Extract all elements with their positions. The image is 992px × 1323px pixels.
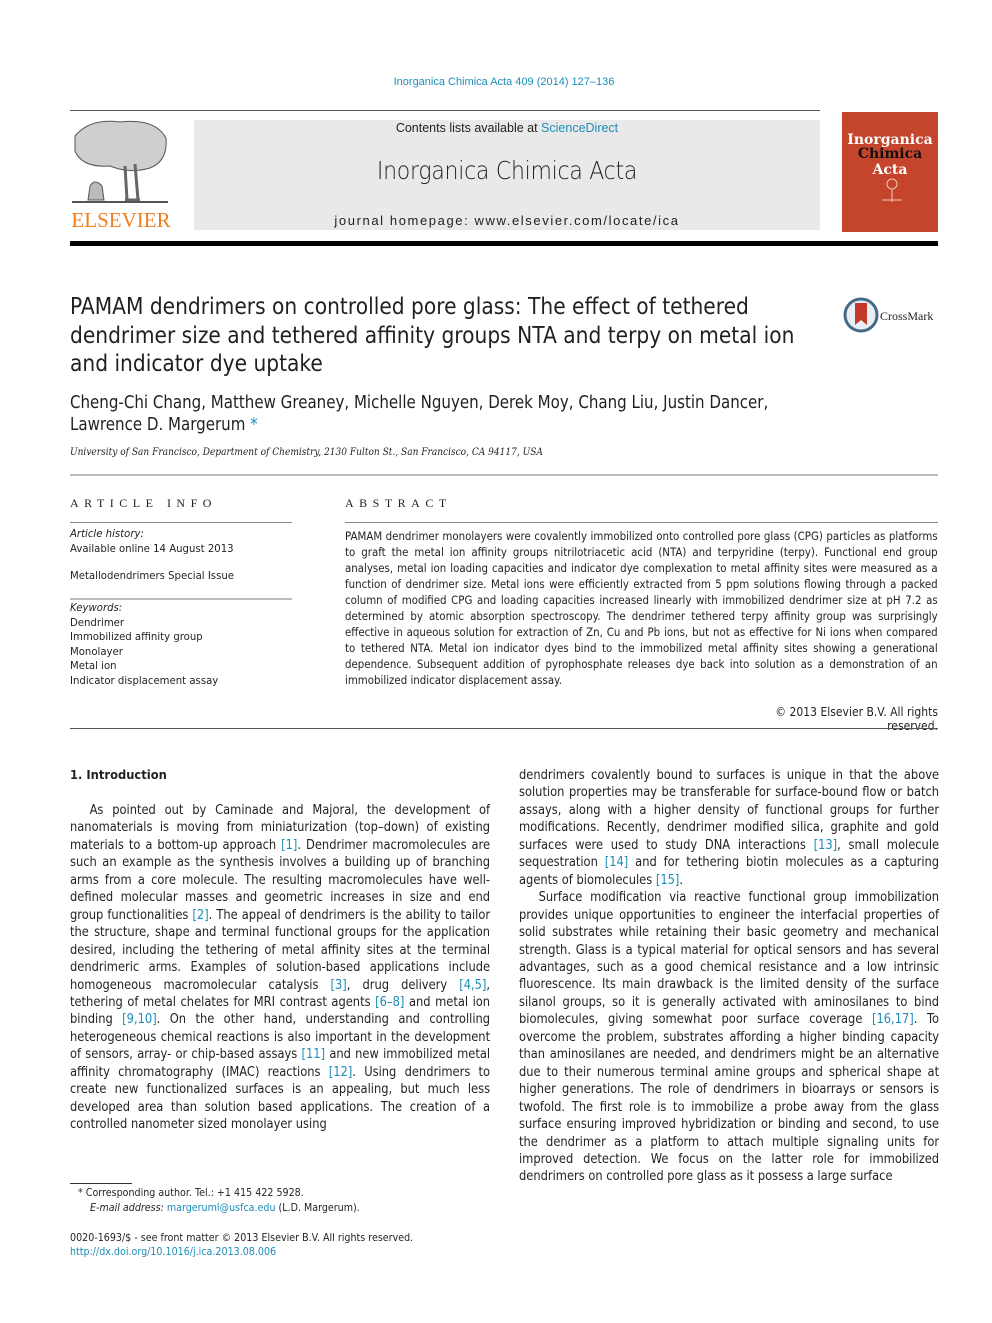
keyword-item: Metal ion [70,659,117,672]
body-text: Surface modification via reactive functi… [519,890,940,1028]
body-text: . To overcome the problem, substrates af… [519,1012,940,1185]
keyword-item: Indicator displacement assay [70,673,219,687]
citation-link[interactable]: [15] [656,873,680,888]
citation-link[interactable]: [2] [192,908,208,923]
body-rule [70,728,938,729]
journal-cover-image: Inorganica Chimica Acta [842,112,938,232]
citation-link[interactable]: [4,5] [459,978,486,993]
article-title: PAMAM dendrimers on controlled pore glas… [70,292,795,377]
journal-homepage-link[interactable]: journal homepage: www.elsevier.com/locat… [194,213,820,228]
paragraph: dendrimers covalently bound to surfaces … [519,767,939,889]
email-suffix: (L.D. Margerum). [275,1202,360,1214]
article-history: Article history: Available online 14 Aug… [70,527,234,556]
email-label: E-mail address: [90,1202,167,1214]
citation-link[interactable]: [12] [329,1065,353,1080]
body-column-left: As pointed out by Caminade and Majoral, … [70,802,490,1134]
keyword-item: Immobilized affinity group [70,630,203,643]
crossmark-label[interactable]: CrossMark [880,309,933,324]
email-link[interactable]: margeruml@usfca.edu [167,1202,276,1214]
body-text: , drug delivery [346,977,460,993]
masthead-rule [70,241,938,246]
cover-molecule-icon [882,178,902,202]
article-info-heading: ARTICLE INFO [70,496,217,510]
corresponding-author-link[interactable]: * [250,415,258,435]
affiliation: University of San Francisco, Department … [70,446,543,458]
sciencedirect-link[interactable]: ScienceDirect [541,121,618,135]
citation-link[interactable]: [11] [302,1047,326,1062]
citation-link[interactable]: [16,17] [872,1012,914,1027]
journal-reference-link[interactable]: Inorganica Chimica Acta 409 (2014) 127–1… [0,76,992,88]
history-label: Article history: [70,527,144,540]
doi-link[interactable]: http://dx.doi.org/10.1016/j.ica.2013.08.… [70,1245,276,1260]
special-issue: Metallodendrimers Special Issue [70,569,234,582]
abstract-heading: ABSTRACT [345,496,452,510]
history-value: Available online 14 August 2013 [70,541,234,555]
journal-name: Inorganica Chimica Acta [376,156,638,185]
citation-link[interactable]: [3] [331,978,347,993]
citation-link[interactable]: [9,10] [122,1012,157,1027]
body-text: . [679,872,684,888]
authors-text: Cheng-Chi Chang, Matthew Greaney, Michel… [70,393,769,435]
footnote-rule [70,1183,132,1184]
keywords-block: Keywords: Dendrimer Immobilized affinity… [70,601,218,688]
email-note: E-mail address: margeruml@usfca.edu (L.D… [90,1201,360,1216]
citation-link[interactable]: [14] [605,855,629,870]
section-heading-introduction: 1. Introduction [70,768,167,783]
keyword-item: Monolayer [70,644,123,658]
keyword-item: Dendrimer [70,615,125,629]
paragraph: As pointed out by Caminade and Majoral, … [70,802,490,1134]
body-column-right: dendrimers covalently bound to surfaces … [519,767,939,1186]
abstract-text: PAMAM dendrimer monolayers were covalent… [345,529,938,687]
author-list: Cheng-Chi Chang, Matthew Greaney, Michel… [70,392,844,436]
corresponding-author-note: * Corresponding author. Tel.: +1 415 422… [78,1187,304,1199]
front-matter-note: 0020-1693/$ - see front matter © 2013 El… [70,1232,414,1244]
contents-prefix: Contents lists available at [395,121,542,135]
citation-link[interactable]: [1] [281,838,297,853]
section-rule [70,474,938,476]
crossmark-icon [843,297,879,333]
abstract-rule [345,522,938,523]
keywords-rule [70,598,292,600]
contents-line: Contents lists available at ScienceDirec… [194,121,820,135]
article-info-rule [70,522,292,523]
header-rule [70,110,820,111]
paragraph: Surface modification via reactive functi… [519,889,939,1186]
elsevier-wordmark: ELSEVIER [71,208,171,232]
keywords-label: Keywords: [70,601,123,614]
citation-link[interactable]: [13] [814,838,838,853]
citation-link[interactable]: [6–8] [375,995,404,1010]
